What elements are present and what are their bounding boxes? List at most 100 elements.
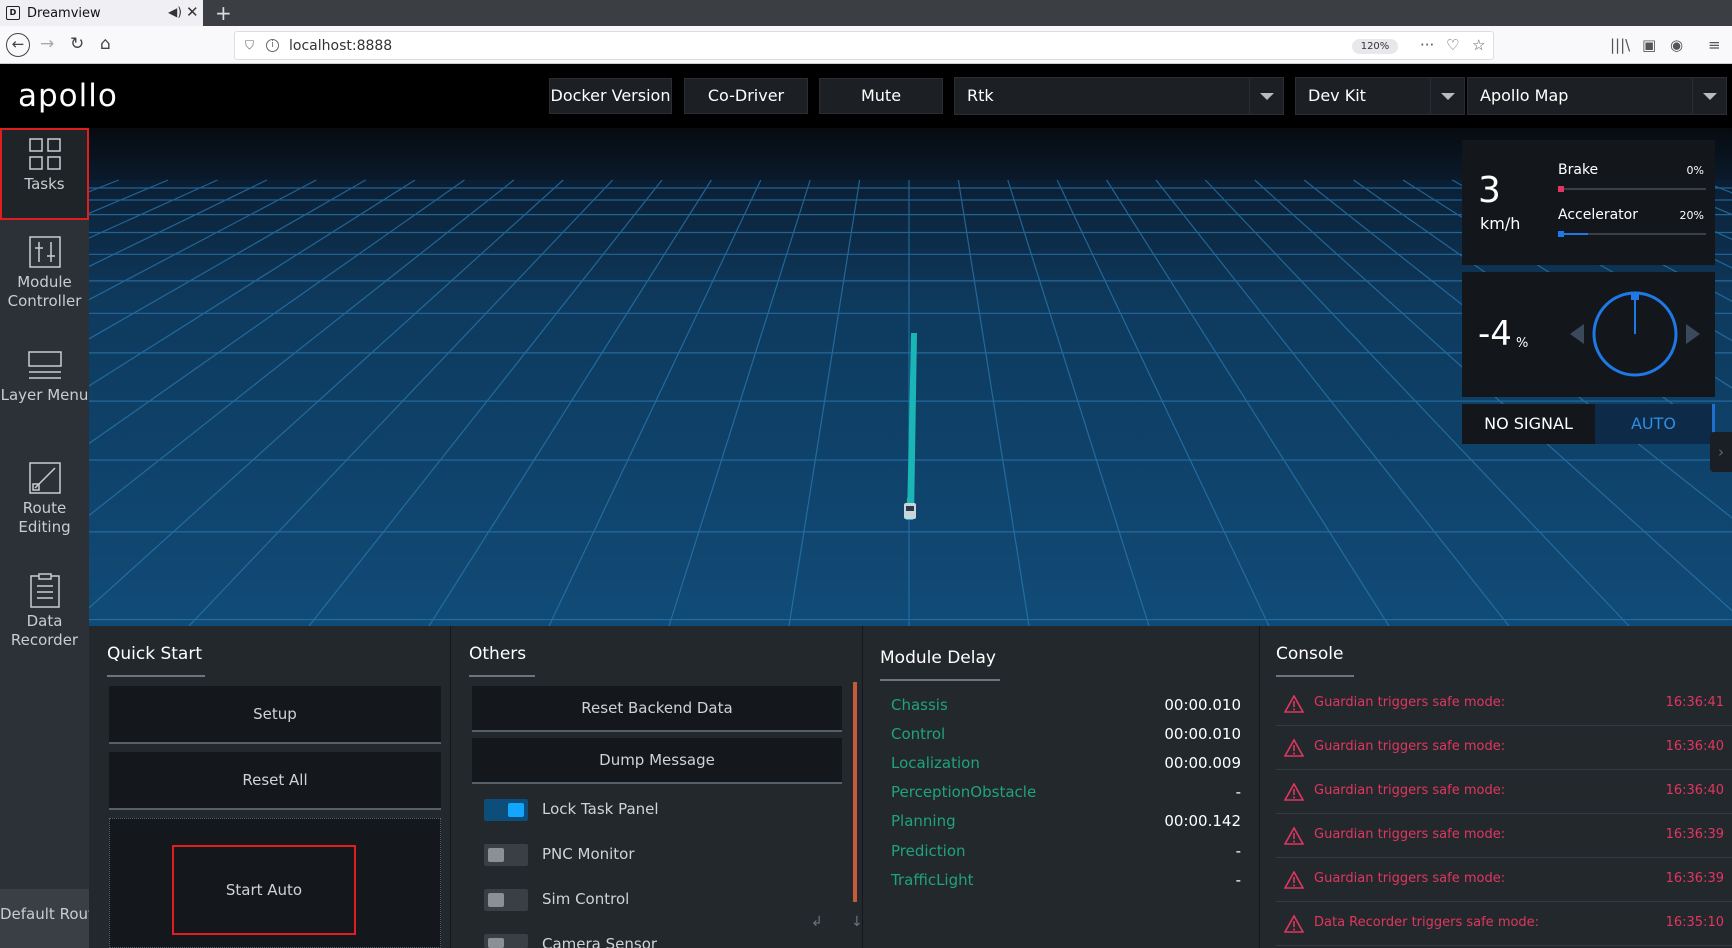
steering-wheel-icon <box>1570 291 1700 377</box>
mode-select[interactable]: Rtk <box>954 77 1284 115</box>
pnc-monitor-toggle[interactable] <box>484 844 528 866</box>
module-delay-value: 00:00.142 <box>1164 812 1241 830</box>
sidebar-item-label: Tasks <box>24 175 65 193</box>
warning-icon <box>1284 695 1304 713</box>
toggle-knob <box>488 848 504 862</box>
library-icon[interactable]: |||\ <box>1610 36 1630 54</box>
steering-unit: % <box>1516 336 1529 351</box>
drive-mode-status: AUTO <box>1595 404 1712 444</box>
pnc-monitor-label: PNC Monitor <box>542 845 635 863</box>
chevron-right-icon[interactable]: › <box>1710 432 1732 472</box>
apollo-logo: apollo <box>18 78 118 114</box>
brake-fill <box>1558 186 1564 192</box>
favicon-icon: D <box>6 6 20 20</box>
sidebar-item-layer-menu[interactable]: Layer Menu <box>0 341 89 435</box>
console-message: Data Recorder triggers safe mode: 16:35:1… <box>1276 902 1732 946</box>
map-select[interactable]: Apollo Map <box>1467 77 1727 115</box>
info-icon[interactable]: i <box>266 39 280 52</box>
warning-icon <box>1284 783 1304 801</box>
module-delay-value: - <box>1235 783 1241 801</box>
sidebar-item-module-controller[interactable]: Module Controller <box>0 228 89 322</box>
pocket-icon[interactable]: ♡ <box>1446 36 1459 54</box>
sidebar-item-label: Data Recorder <box>10 612 79 649</box>
accelerator-marker <box>1558 231 1564 237</box>
console-message: Guardian triggers safe mode: 16:36:41 <box>1276 682 1732 726</box>
module-name: PerceptionObstacle <box>891 783 1037 801</box>
account-icon[interactable]: ◉ <box>1670 36 1683 54</box>
console-message: Guardian triggers safe mode: 16:36:39 <box>1276 814 1732 858</box>
bookmark-star-icon[interactable]: ☆ <box>1472 36 1485 54</box>
home-icon[interactable]: ⌂ <box>100 34 111 54</box>
route-icon <box>28 462 61 494</box>
module-delay-value: 00:00.010 <box>1164 696 1241 714</box>
console-message-text: Data Recorder triggers safe mode: <box>1314 915 1540 930</box>
lock-task-panel-label: Lock Task Panel <box>542 800 659 818</box>
scroll-up-icon[interactable]: ↲ <box>811 914 823 930</box>
camera-sensor-toggle[interactable] <box>484 934 528 948</box>
console-message-text: Guardian triggers safe mode: <box>1314 783 1506 798</box>
scrollbar-thumb[interactable] <box>853 682 857 902</box>
speed-value: 3 <box>1478 170 1501 211</box>
mute-button[interactable]: Mute <box>819 78 943 114</box>
menu-icon[interactable]: ≡ <box>1708 36 1721 54</box>
new-tab-button[interactable]: + <box>215 1 232 25</box>
title-underline <box>880 679 1000 681</box>
zoom-level[interactable]: 120% <box>1352 39 1398 54</box>
console-message-time: 16:36:41 <box>1665 695 1724 710</box>
reset-backend-data-button[interactable]: Reset Backend Data <box>472 686 842 732</box>
docker-version-button[interactable]: Docker Version <box>549 78 672 114</box>
close-tab-icon[interactable]: ✕ <box>186 3 199 21</box>
warning-icon <box>1284 915 1304 933</box>
sidebar-item-tasks[interactable]: Tasks <box>0 128 89 220</box>
reset-all-button[interactable]: Reset All <box>109 752 441 810</box>
module-delay-value: - <box>1235 842 1241 860</box>
chevron-down-icon[interactable] <box>1430 78 1464 114</box>
grid-icon <box>28 138 61 170</box>
right-turn-arrow-icon <box>1686 324 1700 344</box>
lock-task-panel-toggle[interactable] <box>484 799 528 821</box>
console-message-time: 16:36:39 <box>1665 827 1724 842</box>
forward-arrow-icon[interactable]: → <box>40 34 54 54</box>
map-select-value: Apollo Map <box>1480 86 1569 105</box>
module-name: Chassis <box>891 696 948 714</box>
setup-button[interactable]: Setup <box>109 686 441 744</box>
steering-value: -4 <box>1478 314 1512 354</box>
accelerator-value: 20% <box>1679 209 1704 222</box>
module-name: Planning <box>891 812 956 830</box>
speaker-icon[interactable]: ◀) <box>168 5 182 19</box>
console-message: Guardian triggers safe mode: 16:36:40 <box>1276 770 1732 814</box>
brake-label: Brake <box>1558 162 1599 178</box>
chevron-down-icon[interactable] <box>1249 78 1283 114</box>
back-arrow-icon[interactable]: ← <box>6 33 30 57</box>
url-bar[interactable]: ⛉ i localhost:8888 <box>234 31 1494 60</box>
browser-tab[interactable]: D Dreamview ◀) ✕ <box>0 0 203 26</box>
vehicle-select[interactable]: Dev Kit <box>1295 77 1465 115</box>
camera-sensor-label: Camera Sensor <box>542 935 658 948</box>
module-name: Localization <box>891 754 980 772</box>
sidebar-item-route-editing[interactable]: Route Editing <box>0 454 89 548</box>
module-name: TrafficLight <box>891 871 974 889</box>
console-message-text: Guardian triggers safe mode: <box>1314 871 1506 886</box>
start-auto-button[interactable]: Start Auto <box>172 845 356 935</box>
sim-control-toggle[interactable] <box>484 889 528 911</box>
title-underline <box>1276 675 1354 677</box>
co-driver-button[interactable]: Co-Driver <box>684 78 808 114</box>
console-message-time: 16:36:40 <box>1665 739 1724 754</box>
dump-message-button[interactable]: Dump Message <box>472 738 842 784</box>
console-message-text: Guardian triggers safe mode: <box>1314 739 1506 754</box>
left-turn-arrow-icon <box>1570 324 1584 344</box>
reload-icon[interactable]: ↻ <box>70 34 84 54</box>
module-delay-value: - <box>1235 871 1241 889</box>
scroll-down-icon[interactable]: ↓ <box>851 914 863 930</box>
turn-signal-status: NO SIGNAL <box>1462 404 1595 444</box>
sidebar-toggle-icon[interactable]: ▣ <box>1642 36 1656 54</box>
module-name: Control <box>891 725 946 743</box>
sidebar-item-label: Route Editing <box>18 499 71 536</box>
chevron-down-icon[interactable] <box>1692 78 1726 114</box>
more-actions-icon[interactable]: ··· <box>1420 36 1434 54</box>
console-message: Guardian triggers safe mode: 16:36:39 <box>1276 858 1732 902</box>
quick-start-panel: Quick Start Setup Reset All Start Auto <box>89 626 451 948</box>
url-text: localhost:8888 <box>289 37 393 54</box>
start-auto-area: Start Auto <box>109 818 441 948</box>
sidebar-item-data-recorder[interactable]: Data Recorder <box>0 567 89 661</box>
